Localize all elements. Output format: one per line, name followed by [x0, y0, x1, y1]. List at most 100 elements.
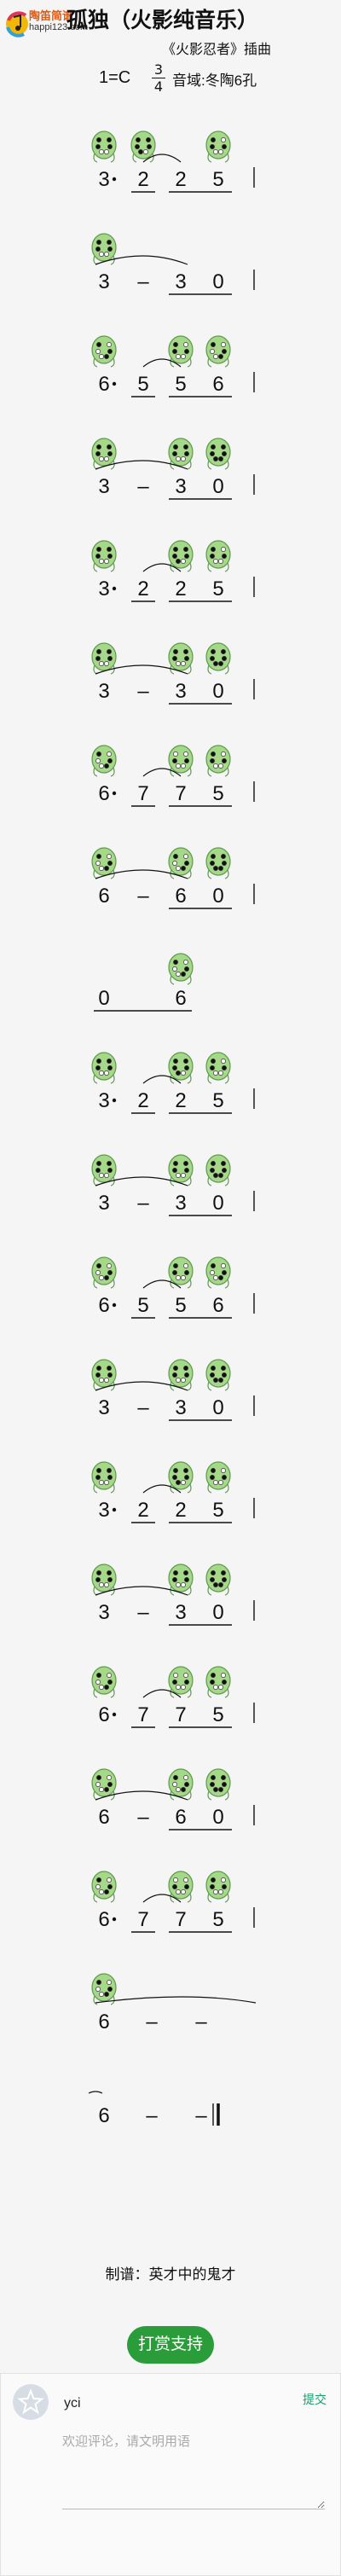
score-note: 5: [212, 782, 223, 805]
score-note: 7: [137, 1908, 148, 1931]
ocarina-fingering-icon: [130, 131, 156, 163]
score-note: 3: [98, 1601, 109, 1624]
dot-icon: [112, 791, 117, 796]
score-note: 3: [98, 1192, 109, 1215]
ocarina-fingering-icon: [91, 1666, 117, 1698]
dot-icon: [112, 177, 117, 182]
score-note: –: [146, 2104, 158, 2127]
ocarina-fingering-icon: [91, 335, 117, 368]
score-note: 6: [98, 2104, 109, 2127]
ocarina-fingering-icon: [168, 745, 194, 777]
score-note: –: [137, 1396, 149, 1419]
score-note: 0: [212, 270, 223, 293]
score-note: 3: [98, 1396, 109, 1419]
tie-arc: [88, 2091, 103, 2094]
score-note: 0: [212, 1601, 223, 1624]
score-note: 5: [175, 373, 186, 396]
ocarina-fingering-icon: [168, 540, 194, 572]
score-note: 7: [137, 782, 148, 805]
ocarina-fingering-icon: [205, 745, 231, 777]
score-note: 3: [98, 475, 109, 498]
ocarina-fingering-icon: [205, 1871, 231, 1903]
score-note: 5: [212, 1499, 223, 1522]
score-note: 0: [98, 987, 109, 1010]
score-note: 3: [98, 168, 109, 191]
score-note: 7: [175, 1703, 186, 1726]
comment-input[interactable]: [62, 2428, 325, 2509]
score-note: 2: [137, 168, 148, 191]
ocarina-fingering-icon: [168, 1256, 194, 1289]
comment-section: yci 提交: [0, 2373, 341, 2576]
ocarina-fingering-icon: [168, 953, 194, 985]
ocarina-fingering-icon: [205, 335, 231, 368]
score-note: 7: [175, 782, 186, 805]
tie-arc: [95, 1996, 257, 2004]
ocarina-fingering-icon: [205, 540, 231, 572]
ocarina-fingering-icon: [91, 1256, 117, 1289]
ocarina-fingering-icon: [168, 1871, 194, 1903]
score-note: 6: [98, 885, 109, 908]
dot-icon: [112, 1917, 117, 1922]
ocarina-fingering-icon: [91, 540, 117, 572]
ocarina-fingering-icon: [168, 1666, 194, 1698]
score-note: –: [137, 885, 149, 908]
score-note: 3: [175, 1601, 186, 1624]
score-note: 2: [175, 1089, 186, 1112]
ocarina-fingering-icon: [205, 1154, 231, 1186]
score-note: 0: [212, 1396, 223, 1419]
score-note: 6: [212, 1294, 223, 1317]
score-note: 5: [212, 1703, 223, 1726]
score-note: –: [146, 2010, 158, 2034]
score-note: 3: [98, 577, 109, 600]
tip-button[interactable]: 打赏支持: [127, 2326, 214, 2364]
score-note: 2: [137, 577, 148, 600]
score-note: 2: [137, 1089, 148, 1112]
score-note: –: [195, 2010, 207, 2034]
dot-icon: [112, 1303, 117, 1308]
score-note: 0: [212, 680, 223, 703]
ocarina-fingering-icon: [205, 847, 231, 879]
ocarina-fingering-icon: [205, 1359, 231, 1391]
score-note: 6: [98, 1294, 109, 1317]
score-note: 3: [98, 270, 109, 293]
score-note: –: [137, 270, 149, 293]
score-note: 5: [212, 1908, 223, 1931]
score-note: 0: [212, 475, 223, 498]
score-note: 6: [175, 1806, 186, 1829]
submit-comment-button[interactable]: 提交: [303, 2391, 327, 2408]
ocarina-fingering-icon: [91, 131, 117, 163]
score-note: 0: [212, 885, 223, 908]
ocarina-fingering-icon: [205, 1461, 231, 1494]
score-note: 3: [175, 1396, 186, 1419]
score-sheet: 3 2 2 5 3 – 3 0 6 5 5 6 3 – 3 0 3 2 2 5 3 – 3 0 6 7 7 5 6 – 6 0 0 6 3 2 2 5 3 –…: [88, 131, 257, 2127]
ocarina-fingering-icon: [91, 745, 117, 777]
score-note: 6: [98, 1703, 109, 1726]
dot-icon: [112, 1098, 117, 1103]
ocarina-fingering-icon: [168, 1461, 194, 1494]
dot-icon: [112, 1712, 117, 1717]
ocarina-fingering-icon: [205, 1666, 231, 1698]
ocarina-fingering-icon: [205, 1256, 231, 1289]
score-note: 6: [98, 2010, 109, 2034]
score-note: 3: [175, 1192, 186, 1215]
score-note: –: [137, 475, 149, 498]
score-note: –: [137, 1192, 149, 1215]
score-note: 5: [212, 577, 223, 600]
score-note: 2: [175, 1499, 186, 1522]
ocarina-fingering-icon: [91, 1973, 117, 2005]
score-note: 2: [175, 577, 186, 600]
score-note: 6: [175, 885, 186, 908]
score-note: 5: [212, 1089, 223, 1112]
score-note: 6: [175, 987, 186, 1010]
score-note: 3: [175, 475, 186, 498]
score-note: 5: [137, 373, 148, 396]
score-note: –: [195, 2104, 207, 2127]
score-note: 3: [175, 270, 186, 293]
avatar[interactable]: [13, 2384, 49, 2420]
ocarina-fingering-icon: [205, 642, 231, 675]
score-note: 6: [98, 373, 109, 396]
ocarina-fingering-icon: [91, 1871, 117, 1903]
star-avatar-icon: [17, 2388, 44, 2415]
score-note: –: [137, 680, 149, 703]
dot-icon: [112, 1507, 117, 1512]
